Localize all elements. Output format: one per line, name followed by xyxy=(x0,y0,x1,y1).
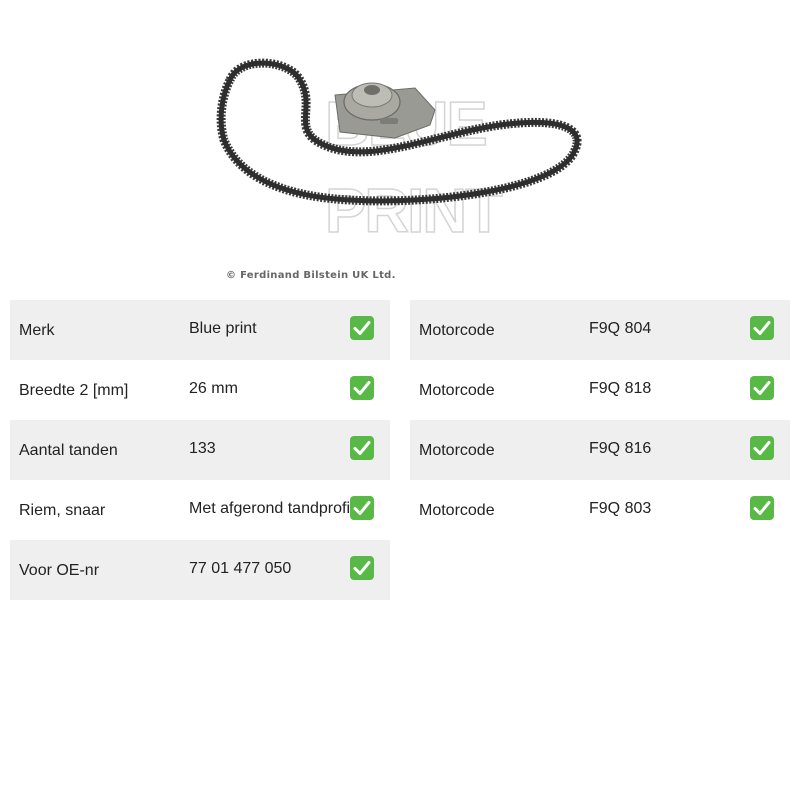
spec-row-engine-code: Motorcode F9Q 816 xyxy=(410,420,790,480)
check-mark-icon xyxy=(350,316,374,340)
spec-row-engine-code: Motorcode F9Q 818 xyxy=(410,360,790,420)
spec-label: Breedte 2 [mm] xyxy=(19,382,129,399)
timing-belt-kit-illustration: BLUE PRINT xyxy=(216,58,582,247)
spec-value: 133 xyxy=(189,440,216,457)
spec-value: Blue print xyxy=(189,320,257,337)
spec-value: F9Q 816 xyxy=(589,440,652,457)
spec-value: 77 01 477 050 xyxy=(189,560,292,577)
spec-label: Riem, snaar xyxy=(19,502,106,519)
check-mark-icon xyxy=(750,376,774,400)
spec-label: Motorcode xyxy=(419,502,495,519)
spec-label: Aantal tanden xyxy=(19,442,118,459)
check-mark-icon xyxy=(750,316,774,340)
check-mark-icon xyxy=(350,496,374,520)
spec-row-engine-code: Motorcode F9Q 804 xyxy=(410,300,790,360)
spec-table-right: Motorcode F9Q 804 Motorcode F9Q 818 Moto… xyxy=(410,300,790,540)
spec-label: Motorcode xyxy=(419,382,495,399)
check-mark-icon xyxy=(350,376,374,400)
check-mark-icon xyxy=(350,556,374,580)
spec-row-engine-code: Motorcode F9Q 803 xyxy=(410,480,790,540)
copyright-notice: © Ferdinand Bilstein UK Ltd. xyxy=(226,270,396,281)
spec-label: Motorcode xyxy=(419,442,495,459)
svg-text:PRINT: PRINT xyxy=(325,177,503,246)
spec-value: F9Q 818 xyxy=(589,380,652,397)
spec-label: Voor OE-nr xyxy=(19,562,100,579)
spec-row-teeth: Aantal tanden 133 xyxy=(10,420,390,480)
spec-label: Merk xyxy=(19,322,55,339)
spec-row-belt: Riem, snaar Met afgerond tandprofiel xyxy=(10,480,390,540)
product-image: BLUE PRINT xyxy=(200,40,600,290)
check-mark-icon xyxy=(750,496,774,520)
check-mark-icon xyxy=(750,436,774,460)
spec-row-oe-number: Voor OE-nr 77 01 477 050 xyxy=(10,540,390,600)
spec-label: Motorcode xyxy=(419,322,495,339)
spec-value: F9Q 803 xyxy=(589,500,652,517)
spec-value: 26 mm xyxy=(189,380,238,397)
spec-value: F9Q 804 xyxy=(589,320,652,337)
spec-table-left: Merk Blue print Breedte 2 [mm] 26 mm Aan… xyxy=(10,300,390,600)
spec-value: Met afgerond tandprofiel xyxy=(189,500,363,517)
check-mark-icon xyxy=(350,436,374,460)
spec-row-brand: Merk Blue print xyxy=(10,300,390,360)
spec-row-width: Breedte 2 [mm] 26 mm xyxy=(10,360,390,420)
